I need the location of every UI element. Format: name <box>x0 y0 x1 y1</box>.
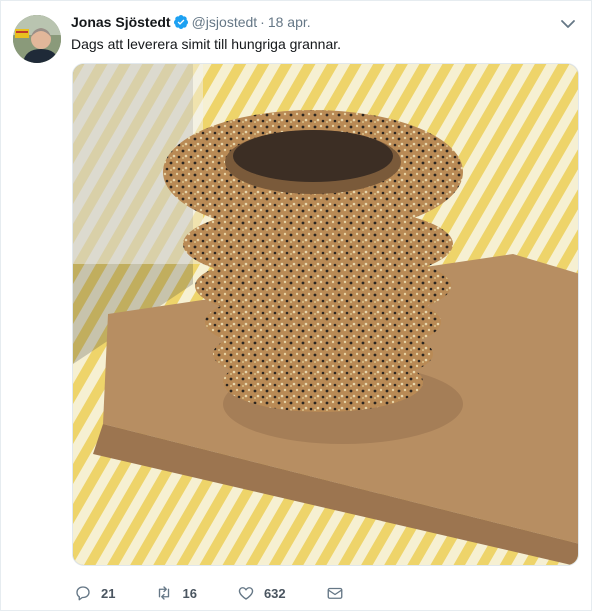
tweet-photo[interactable] <box>72 63 579 566</box>
tweet-actions: 21 16 632 <box>74 581 353 605</box>
retweet-icon <box>159 586 170 600</box>
retweet-count: 16 <box>182 585 197 601</box>
separator: · <box>260 14 265 30</box>
reply-count: 21 <box>101 585 116 601</box>
tweet-card: Jonas Sjöstedt @jsjostedt · 18 apr. Dags a… <box>0 0 592 611</box>
share-icon <box>327 587 343 599</box>
avatar[interactable] <box>13 15 61 63</box>
verified-badge-icon <box>173 14 189 35</box>
like-count: 632 <box>263 585 286 601</box>
simit-photo <box>73 64 578 565</box>
heart-icon <box>238 587 254 600</box>
tweet-text: Dags att leverera simit till hungriga gr… <box>71 36 342 52</box>
avatar-image <box>13 15 61 63</box>
author-handle[interactable]: @jsjostedt <box>192 14 258 30</box>
reply-icon <box>76 586 90 601</box>
author-name[interactable]: Jonas Sjöstedt <box>71 14 171 30</box>
retweet-button[interactable]: 16 <box>155 584 197 602</box>
like-button[interactable]: 632 <box>237 584 286 602</box>
reply-button[interactable]: 21 <box>74 584 115 602</box>
chevron-down-icon[interactable] <box>559 15 577 33</box>
tweet-header: Jonas Sjöstedt @jsjostedt · 18 apr. <box>71 13 551 35</box>
tweet-date[interactable]: 18 apr. <box>268 14 311 30</box>
share-button[interactable] <box>326 584 353 602</box>
